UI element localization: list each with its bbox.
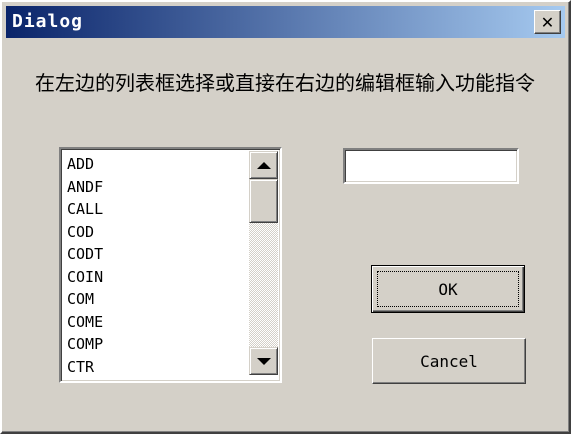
scroll-thumb[interactable] (249, 179, 278, 223)
list-item[interactable]: CTR (65, 356, 243, 379)
dialog-window: Dialog ✕ 在左边的列表框选择或直接在右边的编辑框输入功能指令 ADD A… (0, 0, 571, 434)
list-items: ADD ANDF CALL COD CODT COIN COM COME COM… (65, 153, 243, 378)
arrow-up-icon (256, 161, 271, 169)
command-listbox[interactable]: ADD ANDF CALL COD CODT COIN COM COME COM… (59, 147, 282, 383)
title-bar[interactable]: Dialog ✕ (6, 6, 565, 38)
list-item[interactable]: ADD (65, 153, 243, 176)
window-title: Dialog (12, 11, 84, 32)
cancel-button-label: Cancel (420, 351, 478, 371)
ok-button[interactable]: OK (371, 265, 525, 313)
list-item[interactable]: COM (65, 288, 243, 311)
scroll-down-button[interactable] (249, 347, 278, 375)
cancel-button[interactable]: Cancel (372, 338, 526, 384)
scroll-up-button[interactable] (249, 151, 278, 179)
arrow-down-icon (256, 357, 271, 365)
close-button[interactable]: ✕ (534, 10, 561, 34)
list-item[interactable]: COMP (65, 333, 243, 356)
focus-rect (377, 271, 519, 307)
list-item[interactable]: COD (65, 221, 243, 244)
list-item[interactable]: CODT (65, 243, 243, 266)
list-scrollbar[interactable] (249, 151, 278, 375)
list-item[interactable]: COME (65, 311, 243, 334)
close-icon: ✕ (540, 12, 555, 32)
list-item[interactable]: CALL (65, 198, 243, 221)
instruction-text: 在左边的列表框选择或直接在右边的编辑框输入功能指令 (35, 71, 535, 95)
list-item[interactable]: COIN (65, 266, 243, 289)
command-input[interactable] (343, 148, 519, 184)
list-item[interactable]: ANDF (65, 176, 243, 199)
